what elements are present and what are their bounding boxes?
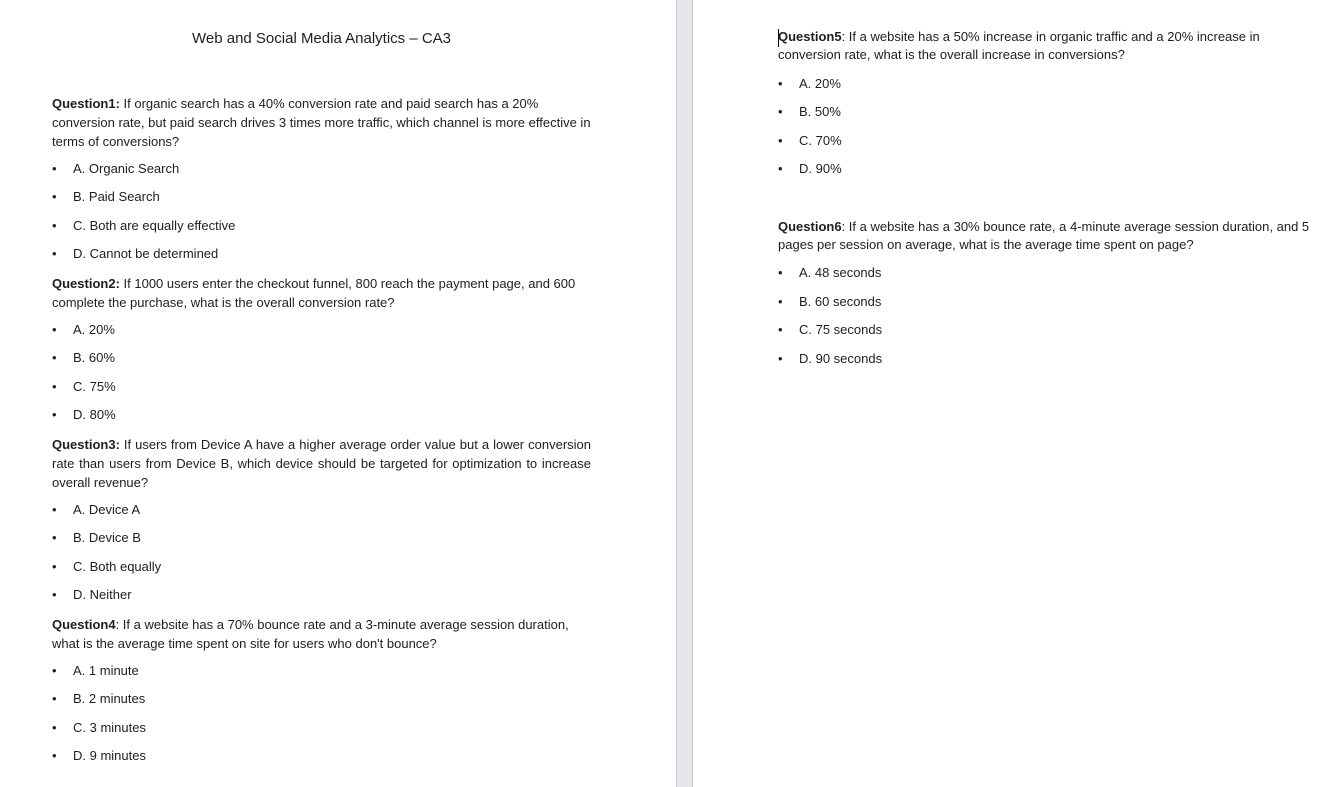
option-label: D. 9 minutes — [73, 748, 146, 763]
question-2-option-b: • B. 60% — [52, 349, 115, 367]
option-label: B. Device B — [73, 530, 141, 545]
question-6-option-a: • A. 48 seconds — [778, 264, 881, 282]
option-label: A. 20% — [799, 76, 841, 91]
question-3-option-c: • C. Both equally — [52, 558, 161, 576]
question-5-text: Question5: If a website has a 50% increa… — [778, 28, 1323, 64]
option-label: B. 50% — [799, 104, 841, 119]
question-6-option-c: • C. 75 seconds — [778, 321, 882, 339]
option-label: B. 60% — [73, 350, 115, 365]
bullet-icon: • — [52, 246, 57, 261]
question-1-option-b: • B. Paid Search — [52, 188, 160, 206]
option-label: A. Device A — [73, 502, 141, 517]
bullet-icon: • — [52, 379, 57, 394]
option-label: C. 75% — [73, 379, 116, 394]
option-label: A. 1 minute — [73, 663, 139, 678]
option-label: D. 80% — [73, 407, 116, 422]
bullet-icon: • — [52, 530, 57, 545]
bullet-icon: • — [52, 720, 57, 735]
option-label: D. Cannot be determined — [73, 246, 219, 261]
bullet-icon: • — [778, 76, 783, 91]
question-2-option-a: • A. 20% — [52, 321, 115, 339]
question-5-option-c: • C. 70% — [778, 132, 842, 150]
bullet-icon: • — [52, 559, 57, 574]
question-2-label: Question2: — [52, 276, 120, 291]
question-1-text: Question1: If organic search has a 40% c… — [52, 94, 592, 151]
option-label: B. Paid Search — [73, 189, 160, 204]
option-label: D. Neither — [73, 587, 132, 602]
question-2-text: Question2: If 1000 users enter the check… — [52, 274, 592, 312]
bullet-icon: • — [778, 294, 783, 309]
question-6-option-b: • B. 60 seconds — [778, 293, 881, 311]
question-6-label: Question6 — [778, 219, 842, 234]
question-5-option-a: • A. 20% — [778, 75, 841, 93]
bullet-icon: • — [52, 748, 57, 763]
question-5-body: : If a website has a 50% increase in org… — [778, 29, 1260, 62]
option-label: C. 3 minutes — [73, 720, 146, 735]
option-label: D. 90 seconds — [799, 351, 883, 366]
option-label: A. 48 seconds — [799, 265, 882, 280]
question-1-option-d: • D. Cannot be determined — [52, 245, 218, 263]
page-gutter — [676, 0, 693, 787]
bullet-icon: • — [52, 407, 57, 422]
question-3-text: Question3: If users from Device A have a… — [52, 435, 591, 492]
question-6-body: : If a website has a 30% bounce rate, a … — [778, 219, 1310, 252]
option-label: C. Both are equally effective — [73, 218, 236, 233]
bullet-icon: • — [778, 322, 783, 337]
question-3-label: Question3: — [52, 437, 120, 452]
document-workspace: Web and Social Media Analytics – CA3 Que… — [0, 0, 1339, 787]
question-4-label: Question4 — [52, 617, 116, 632]
question-5-option-b: • B. 50% — [778, 103, 841, 121]
document-title: Web and Social Media Analytics – CA3 — [191, 30, 452, 47]
question-3-option-b: • B. Device B — [52, 529, 141, 547]
question-2-option-c: • C. 75% — [52, 378, 116, 396]
bullet-icon: • — [778, 161, 783, 176]
question-5-option-d: • D. 90% — [778, 160, 842, 178]
question-4-option-a: • A. 1 minute — [52, 662, 139, 680]
question-4-option-d: • D. 9 minutes — [52, 747, 146, 765]
question-3-option-a: • A. Device A — [52, 501, 140, 519]
option-label: D. 90% — [799, 161, 842, 176]
option-label: C. 75 seconds — [799, 322, 883, 337]
question-1-option-c: • C. Both are equally effective — [52, 217, 235, 235]
bullet-icon: • — [52, 663, 57, 678]
bullet-icon: • — [52, 322, 57, 337]
option-label: B. 60 seconds — [799, 294, 882, 309]
question-6-option-d: • D. 90 seconds — [778, 350, 882, 368]
option-label: A. 20% — [73, 322, 115, 337]
question-1-body: If organic search has a 40% conversion r… — [52, 96, 591, 149]
question-1-option-a: • A. Organic Search — [52, 160, 179, 178]
bullet-icon: • — [52, 587, 57, 602]
question-1-label: Question1: — [52, 96, 120, 111]
question-2-body: If 1000 users enter the checkout funnel,… — [52, 276, 576, 310]
document-page-1[interactable]: Web and Social Media Analytics – CA3 Que… — [0, 0, 676, 787]
option-label: A. Organic Search — [73, 161, 180, 176]
bullet-icon: • — [52, 189, 57, 204]
question-2-option-d: • D. 80% — [52, 406, 116, 424]
bullet-icon: • — [52, 161, 57, 176]
question-3-body: If users from Device A have a higher ave… — [52, 437, 591, 490]
question-4-body: : If a website has a 70% bounce rate and… — [52, 617, 569, 651]
bullet-icon: • — [52, 691, 57, 706]
bullet-icon: • — [778, 351, 783, 366]
bullet-icon: • — [778, 133, 783, 148]
bullet-icon: • — [52, 502, 57, 517]
question-4-text: Question4: If a website has a 70% bounce… — [52, 615, 592, 653]
option-label: B. 2 minutes — [73, 691, 146, 706]
bullet-icon: • — [778, 265, 783, 280]
question-4-option-b: • B. 2 minutes — [52, 690, 145, 708]
bullet-icon: • — [52, 350, 57, 365]
question-4-option-c: • C. 3 minutes — [52, 719, 146, 737]
bullet-icon: • — [778, 104, 783, 119]
question-6-text: Question6: If a website has a 30% bounce… — [778, 218, 1326, 254]
option-label: C. 70% — [799, 133, 842, 148]
bullet-icon: • — [52, 218, 57, 233]
question-3-option-d: • D. Neither — [52, 586, 132, 604]
question-5-label: Question5 — [778, 29, 842, 44]
option-label: C. Both equally — [73, 559, 162, 574]
document-page-2[interactable]: Question5: If a website has a 50% increa… — [693, 0, 1339, 787]
